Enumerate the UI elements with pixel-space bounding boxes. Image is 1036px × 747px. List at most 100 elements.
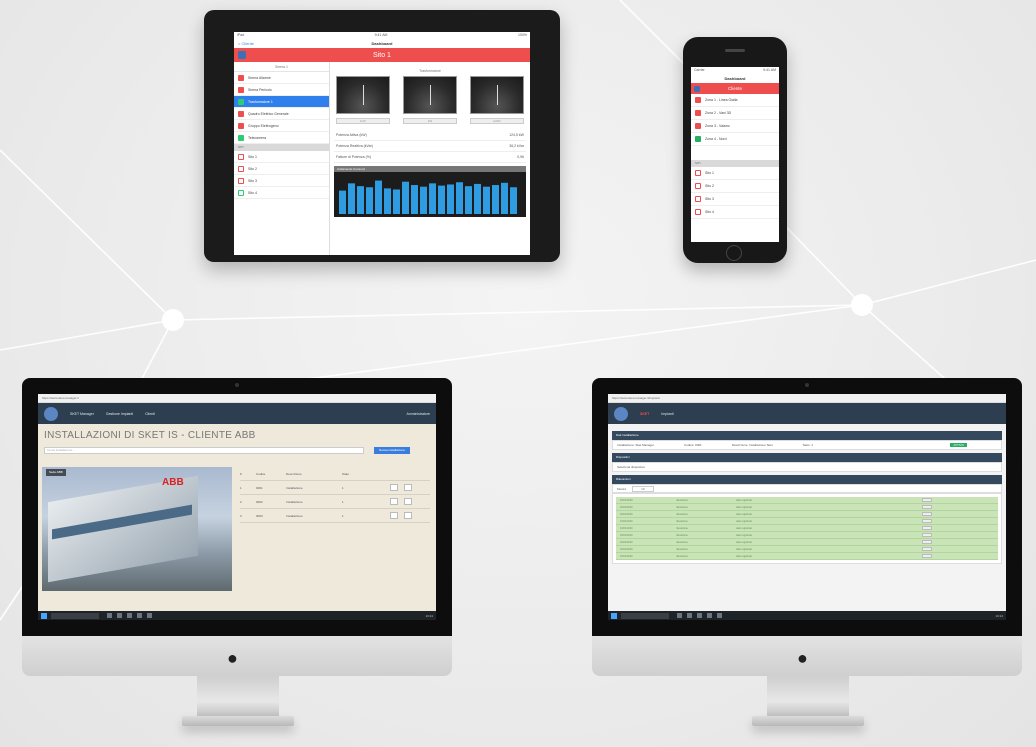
- table-row[interactable]: 1 0001 Installazione 1: [240, 481, 430, 495]
- table-row[interactable]: 01/01/2019 rilevazione dato registrato: [616, 532, 998, 539]
- gauge-label: kW: [403, 118, 457, 124]
- site-item[interactable]: Sito 2: [691, 180, 779, 193]
- menu-clienti[interactable]: Clienti: [145, 412, 155, 416]
- alarm-icon: [238, 74, 244, 81]
- cell: rilevazione: [676, 554, 688, 558]
- new-installation-button[interactable]: Nuova installazione: [374, 447, 410, 454]
- list-item-label: Sirena Allarme: [248, 75, 271, 80]
- page-size-select[interactable]: 10: [632, 485, 654, 492]
- cell: Installazione: [286, 499, 303, 504]
- metric-value: 124,5 kW: [509, 133, 524, 137]
- zone-item[interactable]: Zona 1 - Linea Gialla: [691, 94, 779, 107]
- home-icon[interactable]: [694, 85, 700, 92]
- cell: rilevazione: [676, 533, 688, 537]
- app-icon[interactable]: [707, 613, 712, 618]
- table-row[interactable]: 3 0003 Installazione 1: [240, 509, 430, 523]
- list-item[interactable]: Gruppo Elettrogeno: [234, 120, 329, 132]
- site-item[interactable]: Sito 4: [691, 206, 779, 219]
- zone-label: Zona 4 - Nord: [705, 137, 727, 141]
- row-action-button[interactable]: [922, 547, 932, 551]
- site-icon: [695, 196, 701, 202]
- app-icon[interactable]: [127, 613, 132, 618]
- site-icon: [238, 177, 244, 184]
- view-button[interactable]: [404, 512, 412, 519]
- col-header: Stato: [342, 471, 350, 476]
- list-item-selected[interactable]: Trasformatore 1: [234, 96, 329, 108]
- table-row[interactable]: 01/01/2019 rilevazione dato registrato: [616, 511, 998, 518]
- table-row[interactable]: 01/01/2019 rilevazione dato registrato: [616, 518, 998, 525]
- app-icon[interactable]: [717, 613, 722, 618]
- row-action-button[interactable]: [922, 540, 932, 544]
- view-button[interactable]: [404, 484, 412, 491]
- app-icon[interactable]: [137, 613, 142, 618]
- edit-button[interactable]: [390, 512, 398, 519]
- main-content: INSTALLAZIONI DI SKET IS - CLIENTE ABB C…: [38, 424, 436, 611]
- device-select[interactable]: Seleziona dispositivo: [612, 462, 1002, 472]
- site-item[interactable]: Sito 2: [234, 163, 329, 175]
- filter-label: Mostra: [617, 486, 627, 491]
- bar-chart-svg: [339, 180, 517, 214]
- site-item[interactable]: Sito 4: [234, 187, 329, 199]
- table-row[interactable]: 01/01/2019 rilevazione dato registrato: [616, 497, 998, 504]
- cell: 1: [240, 485, 242, 490]
- list-item[interactable]: Sirena Allarme: [234, 72, 329, 84]
- menu-gestione[interactable]: Gestione Impianti: [106, 412, 133, 416]
- site-item[interactable]: Sito 1: [234, 151, 329, 163]
- browser-address-bar[interactable]: https://www.sket-manager.it: [38, 394, 436, 403]
- app-icon[interactable]: [147, 613, 152, 618]
- imac-base: [182, 716, 294, 726]
- list-item[interactable]: Sirena Pericolo: [234, 84, 329, 96]
- imac-base: [752, 716, 864, 726]
- app-icon[interactable]: [677, 613, 682, 618]
- chart-bar: [411, 185, 418, 214]
- metric-value: 0,96: [517, 155, 524, 159]
- app-icon[interactable]: [697, 613, 702, 618]
- home-button[interactable]: [726, 245, 742, 261]
- zone-item[interactable]: Zona 4 - Nord: [691, 133, 779, 146]
- app-icon[interactable]: [107, 613, 112, 618]
- row-action-button[interactable]: [922, 505, 932, 509]
- edit-button[interactable]: [390, 484, 398, 491]
- table-row[interactable]: 01/01/2019 rilevazione dato registrato: [616, 553, 998, 560]
- home-icon[interactable]: [238, 51, 246, 59]
- menu-impianti[interactable]: Impianti: [661, 412, 673, 416]
- list-item[interactable]: Quadro Elettrico Generale: [234, 108, 329, 120]
- zone-label: Zona 1 - Linea Gialla: [705, 98, 738, 102]
- edit-button[interactable]: [390, 498, 398, 505]
- list-item[interactable]: Telecamera: [234, 132, 329, 144]
- table-row[interactable]: 2 0002 Installazione 1: [240, 495, 430, 509]
- nav-title: Dashboard: [724, 75, 746, 81]
- row-action-button[interactable]: [922, 526, 932, 530]
- segment-control[interactable]: Sirena 1: [234, 62, 329, 72]
- row-action-button[interactable]: [922, 533, 932, 537]
- site-item[interactable]: Sito 1: [691, 167, 779, 180]
- table-row[interactable]: 01/01/2019 rilevazione dato registrato: [616, 525, 998, 532]
- row-action-button[interactable]: [922, 554, 932, 558]
- start-icon[interactable]: [611, 612, 617, 619]
- app-icon[interactable]: [117, 613, 122, 618]
- zone-item[interactable]: Zona 3 - Vaiano: [691, 120, 779, 133]
- taskbar-search[interactable]: [621, 612, 669, 619]
- view-button[interactable]: [404, 498, 412, 505]
- row-action-button[interactable]: [922, 498, 932, 502]
- taskbar-search[interactable]: [51, 612, 99, 619]
- zone-item[interactable]: Zona 2 - Vani 3D: [691, 107, 779, 120]
- search-input[interactable]: Cerca installazione...: [44, 447, 364, 454]
- start-icon[interactable]: [41, 612, 47, 619]
- cell: dato registrato: [736, 533, 752, 537]
- segment-sirena[interactable]: Sirena 1: [275, 65, 288, 69]
- site-item[interactable]: Sito 3: [234, 175, 329, 187]
- segment-trasformatore[interactable]: Trasformatore: [334, 66, 526, 76]
- cell: 1: [342, 513, 344, 518]
- chart-bar: [366, 187, 373, 214]
- user-menu[interactable]: Amministratore: [406, 412, 430, 416]
- site-item[interactable]: Sito 3: [691, 193, 779, 206]
- browser-address-bar[interactable]: https://www.sket-manager.it/impianti: [608, 394, 1006, 403]
- table-row[interactable]: 01/01/2019 rilevazione dato registrato: [616, 546, 998, 553]
- row-action-button[interactable]: [922, 519, 932, 523]
- table-row[interactable]: 01/01/2019 rilevazione dato registrato: [616, 539, 998, 546]
- table-row[interactable]: 01/01/2019 rilevazione dato registrato: [616, 504, 998, 511]
- app-icon[interactable]: [687, 613, 692, 618]
- chart-bar: [474, 183, 481, 214]
- row-action-button[interactable]: [922, 512, 932, 516]
